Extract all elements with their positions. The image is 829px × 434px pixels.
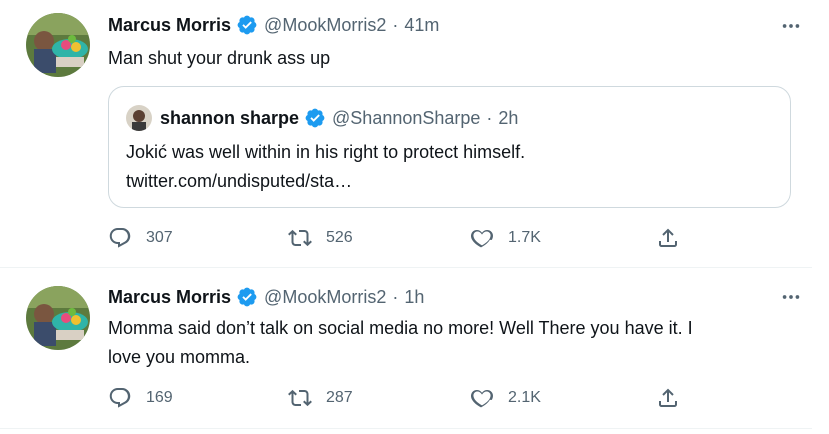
retweet-count: 287 <box>326 389 353 406</box>
tweet-actions: 307 526 1.7K <box>108 223 698 253</box>
quote-avatar[interactable] <box>126 105 152 131</box>
like-button[interactable]: 2.1K <box>470 383 541 413</box>
tweet-header: Marcus Morris @MookMorris2 · 41m <box>108 14 439 36</box>
tweet-header: Marcus Morris @MookMorris2 · 1h <box>108 286 424 308</box>
share-button[interactable] <box>656 223 680 253</box>
retweet-icon <box>288 389 312 407</box>
retweet-count: 526 <box>326 229 353 246</box>
tweet-text: Man shut your drunk ass up <box>108 48 331 68</box>
quote-timestamp: 2h <box>498 107 519 128</box>
quote-author-handle: @ShannonSharpe <box>332 107 481 128</box>
like-count: 2.1K <box>508 389 541 406</box>
quote-text: Jokić was well within in his right to pr… <box>126 138 525 196</box>
reply-count: 307 <box>146 229 173 246</box>
share-button[interactable] <box>656 383 680 413</box>
quote-header: shannon sharpe @ShannonSharpe · 2h <box>126 105 518 131</box>
like-count: 1.7K <box>508 229 541 246</box>
quote-author-name: shannon sharpe <box>160 107 300 128</box>
author-name[interactable]: Marcus Morris <box>108 287 231 308</box>
retweet-button[interactable]: 287 <box>288 383 353 413</box>
author-handle[interactable]: @MookMorris2 <box>264 15 386 36</box>
reply-icon <box>109 228 131 248</box>
separator: · <box>486 107 493 128</box>
tweet[interactable]: Marcus Morris @MookMorris2 · 41m Man shu… <box>0 0 812 268</box>
verified-badge-icon <box>237 15 257 35</box>
more-button[interactable] <box>776 287 806 307</box>
like-button[interactable]: 1.7K <box>470 223 541 253</box>
tweet-text: Momma said don’t talk on social media no… <box>108 314 788 372</box>
reply-icon <box>109 388 131 408</box>
reply-button[interactable]: 307 <box>108 223 173 253</box>
verified-badge-icon <box>305 108 325 128</box>
more-button[interactable] <box>776 16 806 36</box>
tweet[interactable]: Marcus Morris @MookMorris2 · 1h Momma sa… <box>0 269 812 429</box>
quote-link[interactable]: twitter.com/undisputed/sta… <box>126 167 525 196</box>
share-icon <box>659 388 677 407</box>
tweet-text-line: love you momma. <box>108 347 251 367</box>
heart-icon <box>471 389 493 408</box>
quote-text-line: Jokić was well within in his right to pr… <box>126 142 526 162</box>
reply-count: 169 <box>146 389 173 406</box>
reply-button[interactable]: 169 <box>108 383 173 413</box>
timestamp[interactable]: 1h <box>404 287 424 308</box>
retweet-icon <box>288 229 312 247</box>
avatar[interactable] <box>26 13 90 77</box>
verified-badge-icon <box>237 287 257 307</box>
tweet-actions: 169 287 2.1K <box>108 383 698 413</box>
author-name[interactable]: Marcus Morris <box>108 15 231 36</box>
more-dots-icon <box>782 24 800 28</box>
separator: · <box>392 14 399 35</box>
timestamp[interactable]: 41m <box>404 15 439 36</box>
retweet-button[interactable]: 526 <box>288 223 353 253</box>
more-dots-icon <box>782 295 800 299</box>
avatar[interactable] <box>26 286 90 350</box>
author-handle[interactable]: @MookMorris2 <box>264 287 386 308</box>
separator: · <box>392 286 399 307</box>
quote-tweet[interactable]: shannon sharpe @ShannonSharpe · 2h Jokić… <box>108 86 791 208</box>
tweet-text-line: Momma said don’t talk on social media no… <box>108 318 693 338</box>
share-icon <box>659 228 677 247</box>
heart-icon <box>471 229 493 248</box>
